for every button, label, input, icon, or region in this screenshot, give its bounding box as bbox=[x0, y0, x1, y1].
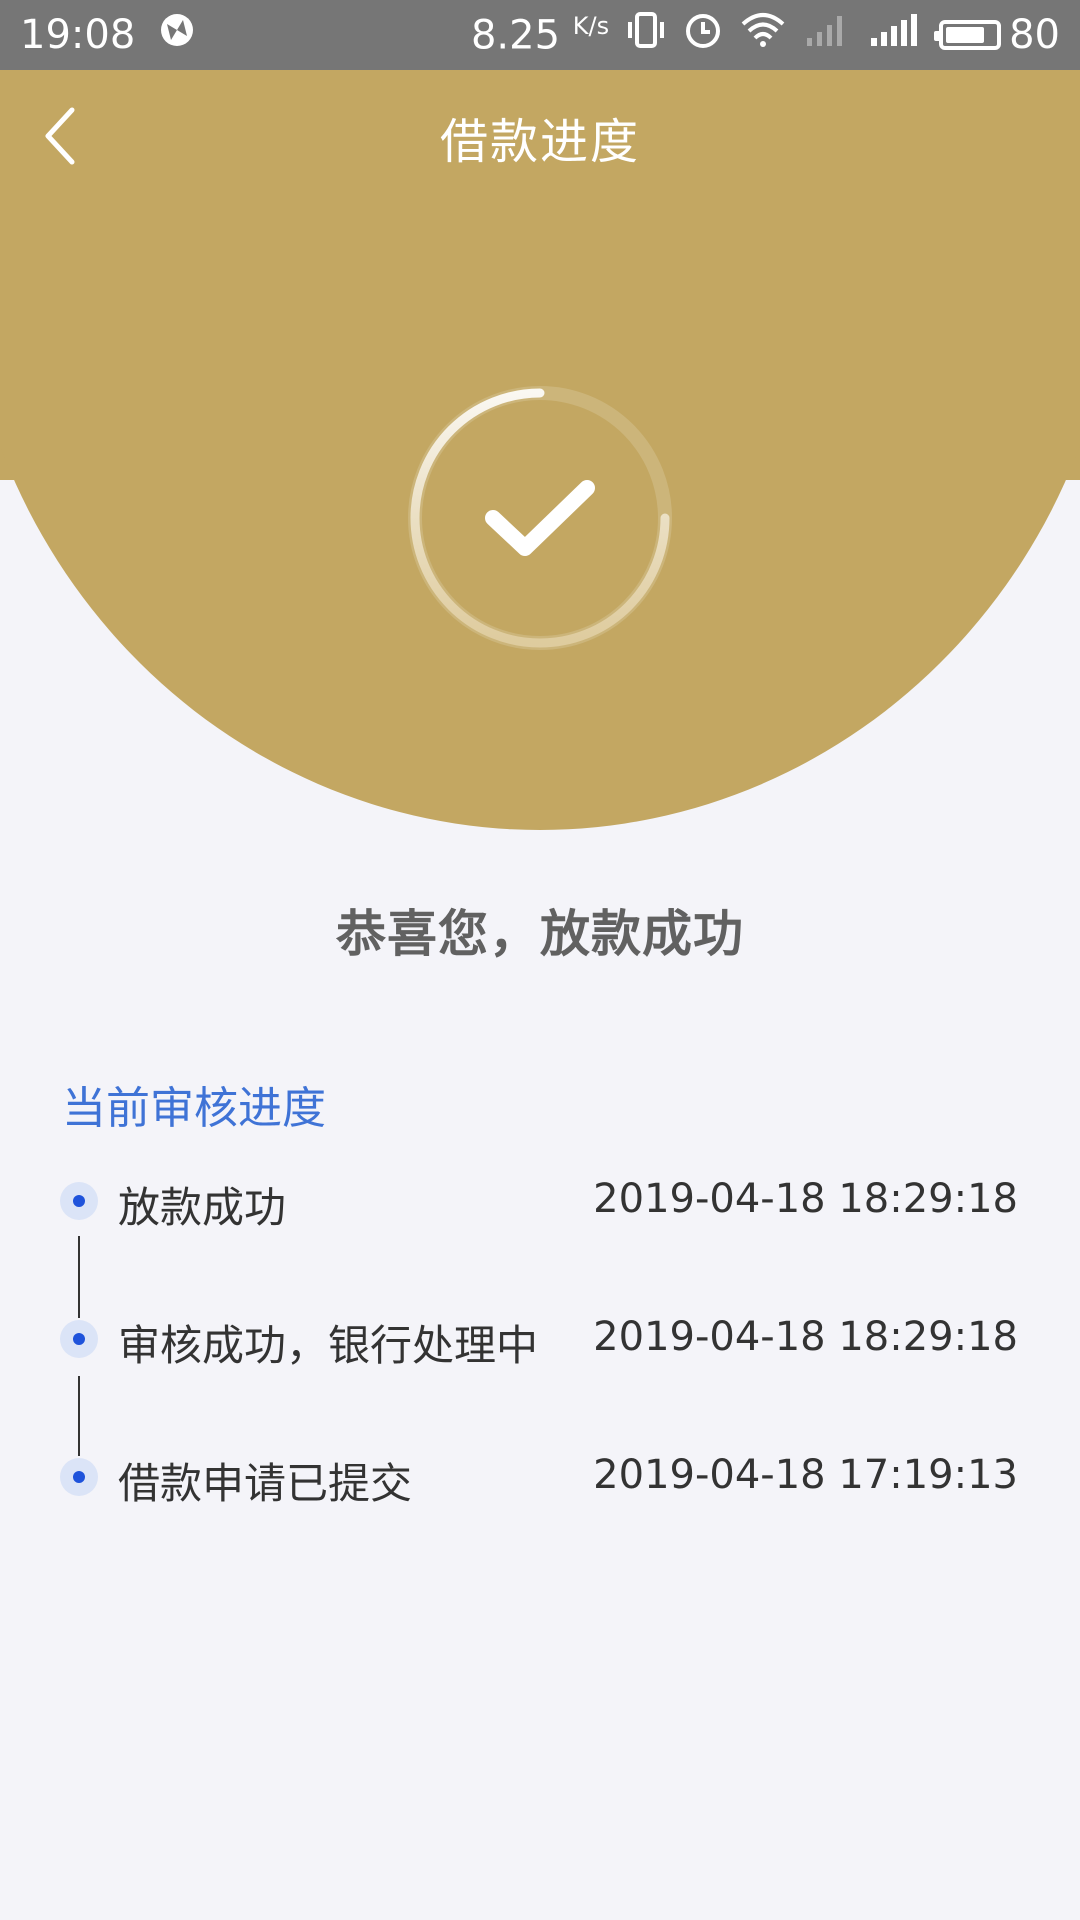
alarm-icon bbox=[683, 10, 723, 60]
step-time: 2019-04-18 18:29:18 bbox=[593, 1176, 1018, 1222]
progress-section-title: 当前审核进度 bbox=[62, 1083, 326, 1134]
page-title: 借款进度 bbox=[439, 114, 640, 170]
battery-icon bbox=[934, 20, 1002, 50]
sync-icon bbox=[157, 10, 197, 60]
battery: 80 bbox=[934, 12, 1060, 58]
checkmark-icon bbox=[485, 480, 595, 556]
step-time: 2019-04-18 18:29:18 bbox=[593, 1314, 1018, 1360]
status-right: 8.25 K/s 80 bbox=[471, 10, 1060, 60]
step-time: 2019-04-18 17:19:13 bbox=[593, 1452, 1018, 1498]
title-bar: 借款进度 bbox=[0, 70, 1080, 200]
vibrate-icon bbox=[627, 10, 665, 60]
status-time: 19:08 bbox=[20, 12, 136, 58]
timeline-step: 放款成功 2019-04-18 18:29:18 bbox=[0, 1160, 1080, 1240]
status-bar: 19:08 8.25 K/s 80 bbox=[0, 0, 1080, 70]
battery-level: 80 bbox=[1009, 12, 1060, 58]
step-label: 借款申请已提交 bbox=[118, 1459, 413, 1508]
signal-inactive-icon bbox=[803, 10, 851, 60]
timeline-step: 审核成功，银行处理中 2019-04-18 18:29:18 bbox=[0, 1298, 1080, 1378]
status-left: 19:08 bbox=[20, 10, 197, 60]
step-label: 审核成功，银行处理中 bbox=[118, 1321, 539, 1370]
network-speed-unit: K/s bbox=[572, 11, 610, 40]
network-speed-value: 8.25 bbox=[470, 12, 561, 59]
step-dot-icon bbox=[60, 1320, 98, 1358]
timeline-step: 借款申请已提交 2019-04-18 17:19:13 bbox=[0, 1436, 1080, 1516]
wifi-icon bbox=[741, 10, 785, 60]
step-dot-icon bbox=[60, 1458, 98, 1496]
signal-icon bbox=[869, 10, 921, 60]
screen: 19:08 8.25 K/s 80 借款进度 恭喜您，放款成功 当前审核进度 放… bbox=[0, 0, 1080, 1920]
step-dot-icon bbox=[60, 1182, 98, 1220]
network-speed: 8.25 K/s bbox=[471, 12, 609, 58]
step-label: 放款成功 bbox=[118, 1183, 287, 1232]
success-indicator bbox=[405, 383, 675, 653]
result-message: 恭喜您，放款成功 bbox=[336, 905, 744, 963]
